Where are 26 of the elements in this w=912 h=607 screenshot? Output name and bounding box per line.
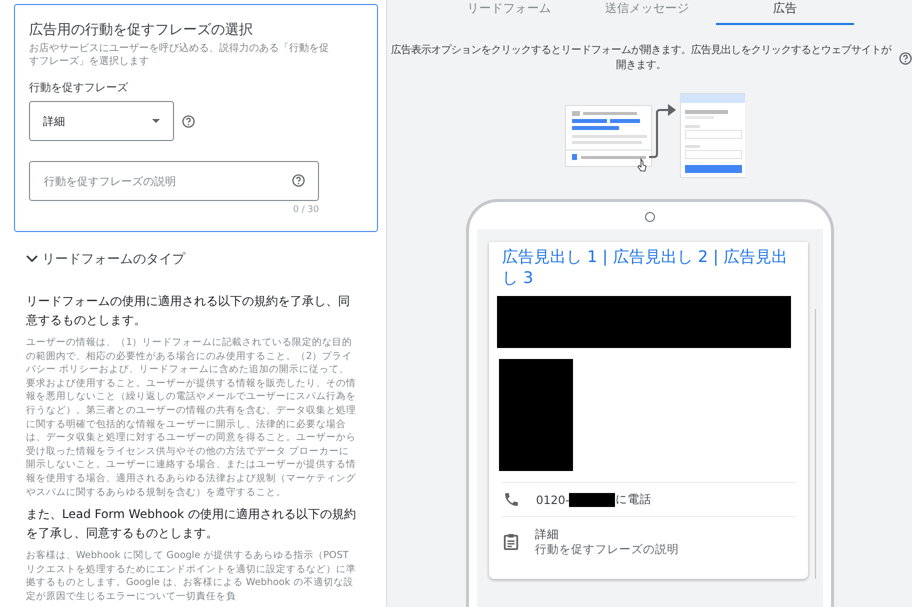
character-counter: 0 / 30 (292, 205, 319, 215)
help-icon[interactable] (182, 114, 195, 128)
terms-heading: リードフォームの使用に適用される以下の規約を了承し、同意するものとします。 (26, 293, 351, 329)
phone-icon (503, 491, 520, 508)
call-label: に電話 (615, 492, 652, 507)
redacted-block (569, 492, 616, 506)
help-icon[interactable] (292, 174, 305, 187)
cta-dropdown[interactable]: 詳細 (29, 101, 174, 141)
preview-note: 広告表示オプションをクリックするとリードフォームが開きます。広告見出しをクリックするとウェブサイトが開きます。 (390, 43, 892, 73)
field-label: 行動を促すフレーズ (29, 80, 129, 95)
tab[interactable]: 広告 (716, 0, 854, 25)
caret-icon (152, 119, 160, 123)
extension-title: 詳細 (535, 527, 560, 542)
extension-description: 行動を促すフレーズの説明 (535, 542, 679, 557)
terms-heading: また、Lead Form Webhook の使用に適用される以下の規約を了承し、同意するものとします。 (26, 506, 356, 542)
terms-paragraph: ユーザーの情報は、（1）リードフォームに記載されている限定的な目的の範囲内で、相応の必要性がある場合にのみ使用すること。（2）プライバシー ポリシーおよび、リードフォームに含めた追加の開示に従って、要求および使用すること。ユーザーが提供する情報を販売したり、その情報を悪用しないこと（繰り返しの電話やメールでユーザーにスパム行為を行うなど）。第三者とのユーザーの情報の共有を含む、データ収集と処理に関する明確で包括的な情報をユーザーに開示し、法律的に必要な場合は、データ収集と処理に対するユーザーの同意を得ること。ユーザーから受け取った情報をライセンス供与やその他の方法でデータ ブローカーに開示しないこと。ユーザーに連絡する場合、またはユーザーが提供する情報を使用する場合、適用されるあらゆる法律および規制（マーケティングやスパムに関するあらゆる規制を含む）を遵守すること。 (26, 336, 356, 500)
card-description: お店やサービスにユーザーを呼び込める、説得力のある「行動を促すフレーズ」を選択します (29, 42, 329, 68)
clipboard-icon (503, 533, 519, 551)
description-input[interactable]: 行動を促すフレーズの説明 (29, 161, 319, 201)
camera-icon (644, 212, 654, 222)
ad-headline[interactable]: 広告見出し 1 | 広告見出し 2 | 広告見出し 3 (489, 246, 808, 288)
card-title: 広告用の行動を促すフレーズの選択 (29, 21, 254, 39)
terms-paragraph: お客様は、Webhook に関して Google が提供するあらゆる指示（POST リクエストを処理するためにエンドポイントを適切に設定するなど）に準拠するものとします。Google は、お客様による Webhook の不適切な設定が原因で生じるエラーについて一切責任を負 (26, 549, 356, 604)
phone-prefix: 0120- (536, 492, 570, 506)
section-toggle[interactable]: リードフォームのタイプ (14, 242, 185, 268)
help-icon[interactable] (898, 52, 912, 65)
